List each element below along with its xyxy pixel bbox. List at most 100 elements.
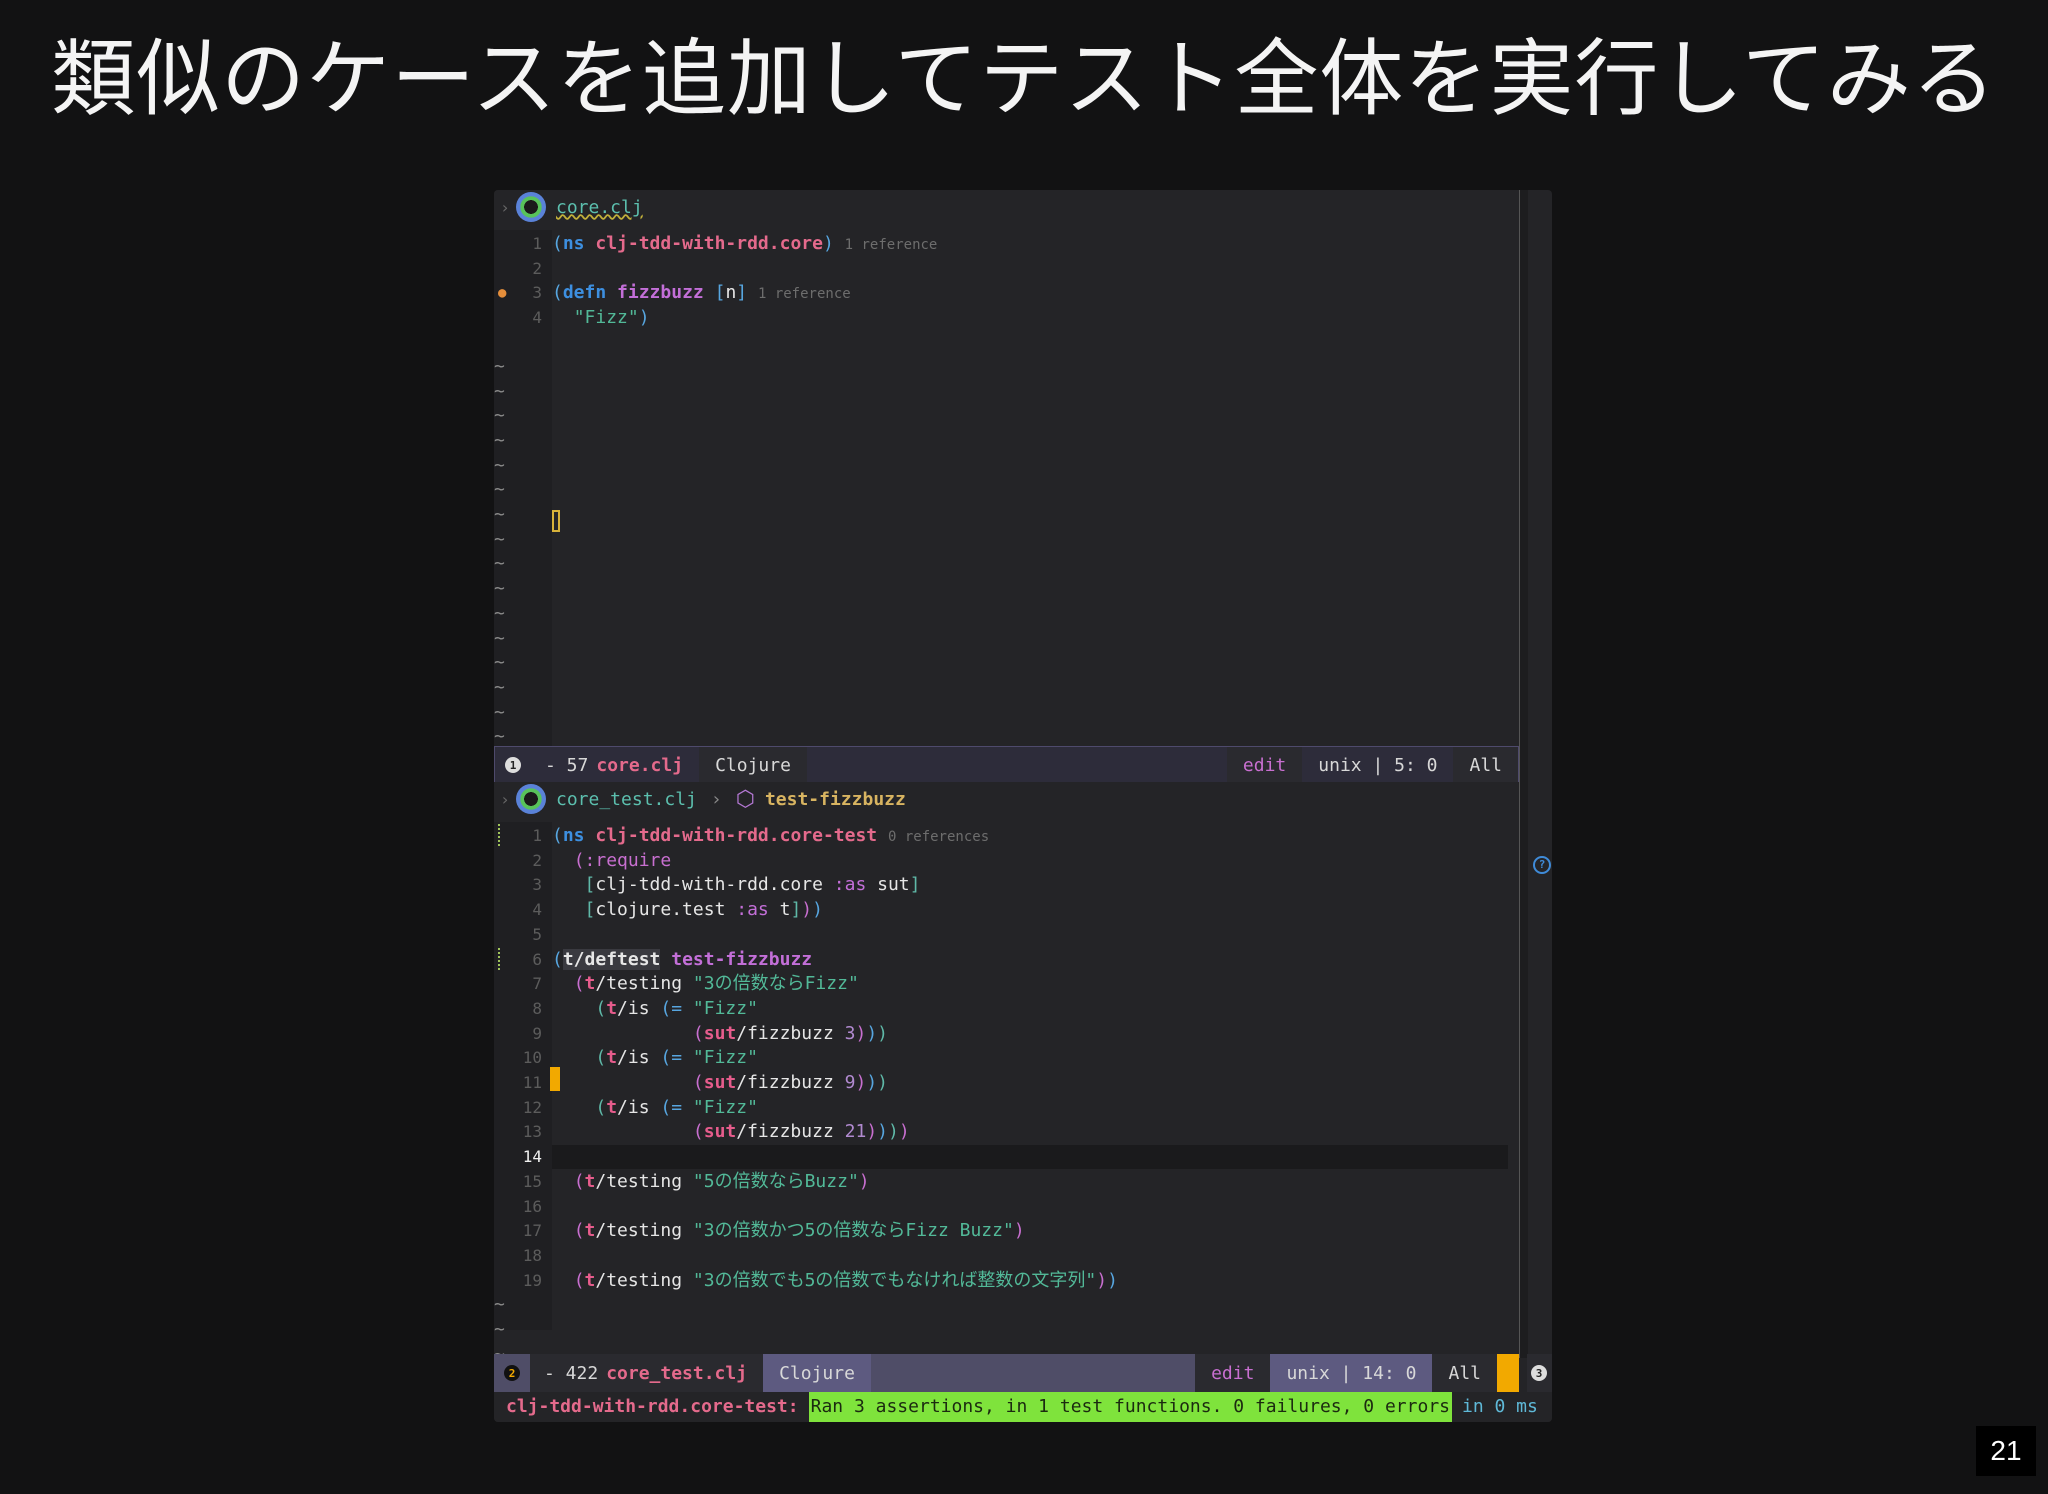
code-line[interactable]: 17 (t/testing "3の倍数かつ5の倍数ならFizz Buzz") <box>494 1219 1519 1243</box>
code-token: ( <box>692 1022 704 1044</box>
code-line[interactable]: 9 (sut/fizzbuzz 3))) <box>494 1022 1519 1046</box>
code-token: /fizzbuzz <box>736 1121 845 1143</box>
breadcrumb-function[interactable]: test-fizzbuzz <box>765 789 906 810</box>
code-token: "3の倍数ならFizz" <box>692 973 859 995</box>
empty-line-tilde: ~ <box>494 355 505 377</box>
code-token: "3の倍数でも5の倍数でもなければ整数の文字列" <box>692 1269 1097 1291</box>
modified-size: - 422 <box>544 1362 599 1384</box>
code-token: ) <box>1096 1269 1108 1291</box>
code-line[interactable]: 1 (ns clj-tdd-with-rdd.core) 1 reference <box>494 232 1519 256</box>
vertical-split-bar[interactable] <box>1519 190 1528 1358</box>
code-text: (t/is (= "Fizz" <box>552 1096 758 1120</box>
code-token: ( <box>595 1047 607 1069</box>
window-3-status: 3 <box>1527 1354 1552 1392</box>
code-token: ) <box>866 1121 878 1143</box>
empty-line-tilde: ~ <box>494 652 505 674</box>
code-token: "Fizz" <box>692 1096 758 1118</box>
lsp-indicator-icon[interactable]: ? <box>1533 856 1551 874</box>
empty-line-tilde: ~ <box>494 380 505 402</box>
code-line[interactable]: 3 [clj-tdd-with-rdd.core :as sut] <box>494 873 1519 897</box>
code-token: t/deftest <box>562 948 661 970</box>
code-line[interactable]: 6 (t/deftest test-fizzbuzz <box>494 947 1519 972</box>
code-token: clj-tdd-with-rdd.core <box>595 874 834 896</box>
code-line[interactable]: 5 <box>494 923 1519 947</box>
code-line[interactable]: 16 <box>494 1195 1519 1219</box>
line-number: 2 <box>532 850 542 870</box>
code-text: (sut/fizzbuzz 3))) <box>552 1022 888 1046</box>
code-token: ( <box>573 1170 585 1192</box>
code-text: [clojure.test :as t])) <box>552 898 823 922</box>
code-line[interactable]: 4 "Fizz") <box>494 306 1519 330</box>
breadcrumb-separator-icon: › <box>710 788 722 810</box>
winbar-core: › core.clj <box>494 190 1519 224</box>
code-token: t <box>584 1269 596 1291</box>
file-name-core-test[interactable]: core_test.clj <box>556 789 697 810</box>
code-line[interactable]: 12 (t/is (= "Fizz" <box>494 1096 1519 1120</box>
code-line[interactable]: 2 (:require <box>494 849 1519 873</box>
code-line[interactable]: 4 [clojure.test :as t])) <box>494 898 1519 922</box>
line-number: 3 <box>532 283 542 303</box>
code-text: (defn fizzbuzz [n] 1 reference <box>552 281 851 306</box>
slide-title: 類似のケースを追加してテスト全体を実行してみる <box>51 30 1997 128</box>
code-line[interactable]: 13 (sut/fizzbuzz 21)))) <box>494 1120 1519 1144</box>
code-token: "Fizz" <box>692 1047 758 1069</box>
code-token: /fizzbuzz <box>736 1072 845 1093</box>
editor-pane-core[interactable]: › core.clj 1 (ns clj-tdd-with-rdd.core) 1… <box>494 190 1519 772</box>
code-line[interactable]: 8 (t/is (= "Fizz" <box>494 997 1519 1021</box>
code-line[interactable]: 19 (t/testing "3の倍数でも5の倍数でもなければ整数の文字列")) <box>494 1269 1519 1293</box>
code-line[interactable]: 1 (ns clj-tdd-with-rdd.core-test 0 refere… <box>494 824 1519 848</box>
code-token: t <box>584 1170 596 1192</box>
code-line[interactable]: 14 <box>494 1145 1519 1170</box>
code-token: "3の倍数かつ5の倍数ならFizz Buzz" <box>692 1220 1014 1242</box>
code-text: (sut/fizzbuzz 21)))) <box>552 1120 910 1144</box>
test-timing: in 0 ms <box>1462 1396 1538 1417</box>
code-token: ( <box>595 1096 607 1118</box>
editor-window: › core.clj 1 (ns clj-tdd-with-rdd.core) 1… <box>494 190 1552 1422</box>
window-number-badge: 1 <box>505 757 521 773</box>
code-line[interactable]: 2 <box>494 257 1519 281</box>
code-line[interactable]: 11 (sut/fizzbuzz 9))) <box>494 1071 1519 1095</box>
code-line[interactable]: 7 (t/testing "3の倍数ならFizz" <box>494 972 1519 996</box>
code-token: /is <box>617 1047 661 1069</box>
code-token: test-fizzbuzz <box>671 948 813 970</box>
statusline-core-test: 2 - 422 core_test.clj Clojure edit unix |… <box>494 1354 1519 1392</box>
empty-line-tilde: ~ <box>494 479 505 501</box>
code-token: :as <box>736 899 769 921</box>
code-line[interactable]: 18 <box>494 1244 1519 1268</box>
code-token: 0 references <box>887 829 990 845</box>
mode-indicator: edit <box>1195 1354 1271 1392</box>
empty-line-tilde: ~ <box>494 701 505 723</box>
code-token: ) <box>888 1121 899 1143</box>
code-token: ] <box>736 282 748 304</box>
code-line[interactable]: 10 (t/is (= "Fizz" <box>494 1046 1519 1070</box>
line-number: 3 <box>532 875 542 895</box>
code-token: clj-tdd-with-rdd.core-test <box>595 825 878 846</box>
line-number: 7 <box>532 974 542 994</box>
code-token: t <box>584 973 596 995</box>
code-token: t <box>768 899 791 921</box>
cursor <box>550 1067 560 1091</box>
line-number: 9 <box>532 1023 542 1043</box>
echo-namespace: clj-tdd-with-rdd.core-test: <box>506 1396 799 1417</box>
test-result-message: Ran 3 assertions, in 1 test functions. 0… <box>808 1392 1452 1422</box>
code-token: [ <box>584 899 596 921</box>
code-token: (:require <box>573 849 672 871</box>
code-text: (:require <box>552 849 672 873</box>
code-token: 1 reference <box>844 237 938 253</box>
mode-indicator: edit <box>1226 747 1303 783</box>
code-text: (t/testing "3の倍数ならFizz" <box>552 972 859 996</box>
code-line[interactable]: 15 (t/testing "5の倍数ならBuzz") <box>494 1170 1519 1194</box>
code-token: "5の倍数ならBuzz" <box>692 1170 859 1192</box>
clojure-logo-icon <box>516 784 546 814</box>
scroll-position: All <box>1453 747 1518 783</box>
line-number: 11 <box>522 1073 542 1092</box>
file-name-core[interactable]: core.clj <box>556 197 643 218</box>
code-line[interactable]: 3 ● (defn fizzbuzz [n] 1 reference <box>494 281 1519 305</box>
